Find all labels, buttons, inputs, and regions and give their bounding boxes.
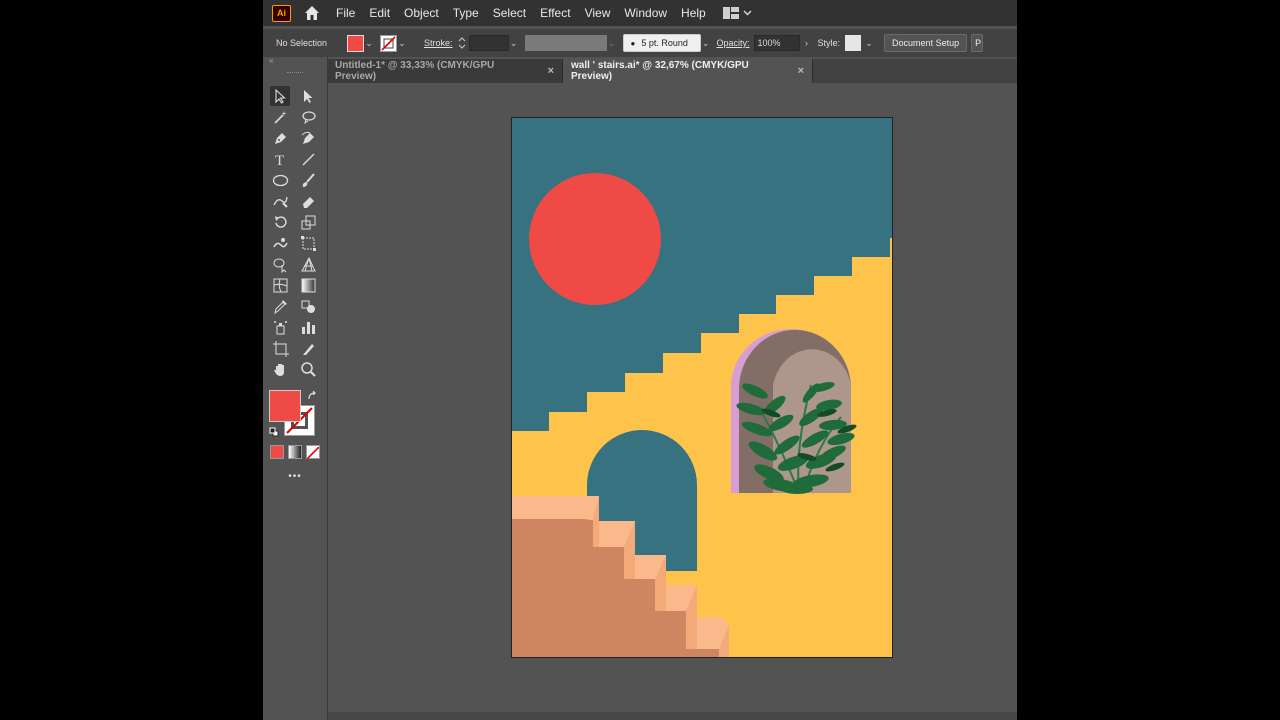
ellipse-tool-icon[interactable] bbox=[270, 170, 290, 190]
tools-panel: « T ••• bbox=[263, 57, 328, 720]
default-colors-icon[interactable] bbox=[269, 427, 279, 437]
mesh-tool-icon[interactable] bbox=[270, 275, 290, 295]
type-tool-icon[interactable]: T bbox=[270, 149, 290, 169]
stroke-label[interactable]: Stroke: bbox=[424, 38, 453, 48]
menu-items: File Edit Object Type Select Effect View… bbox=[329, 0, 713, 26]
symbol-sprayer-icon[interactable] bbox=[270, 317, 290, 337]
menu-help[interactable]: Help bbox=[674, 0, 713, 26]
swap-fill-stroke-icon[interactable] bbox=[307, 390, 319, 402]
direct-selection-tool[interactable] bbox=[298, 86, 318, 106]
tab-wall-stairs[interactable]: wall ' stairs.ai* @ 32,67% (CMYK/GPU Pre… bbox=[563, 59, 813, 83]
collapse-toggle[interactable]: « bbox=[263, 57, 327, 67]
close-icon[interactable]: × bbox=[798, 65, 804, 77]
warp-tool-icon[interactable] bbox=[270, 233, 290, 253]
lasso-icon[interactable] bbox=[298, 107, 318, 127]
document-setup-button[interactable]: Document Setup bbox=[884, 34, 968, 52]
shape-builder-icon[interactable] bbox=[270, 254, 290, 274]
panel-grip[interactable] bbox=[287, 72, 303, 75]
fill-swatch[interactable] bbox=[347, 34, 364, 52]
variable-width-profile[interactable] bbox=[524, 35, 607, 51]
selection-tool[interactable] bbox=[270, 86, 290, 106]
stroke-weight[interactable]: ⌄ bbox=[458, 35, 519, 51]
opacity-label[interactable]: Opacity: bbox=[717, 38, 750, 48]
tab-title: Untitled-1* @ 33,33% (CMYK/GPU Preview) bbox=[335, 60, 495, 82]
chevron-down-icon[interactable]: ⌄ bbox=[864, 38, 874, 49]
edit-toolbar-button[interactable]: ••• bbox=[263, 471, 327, 482]
chevron-down-icon[interactable]: ⌄ bbox=[701, 38, 711, 49]
gradient-tool-icon[interactable] bbox=[298, 275, 318, 295]
perspective-grid-icon[interactable] bbox=[298, 254, 318, 274]
slice-tool-icon[interactable] bbox=[298, 338, 318, 358]
home-icon[interactable] bbox=[303, 4, 321, 22]
opacity-input[interactable]: 100% bbox=[753, 35, 800, 51]
artboard[interactable] bbox=[511, 117, 893, 658]
blend-tool-icon[interactable] bbox=[298, 296, 318, 316]
color-mode-button[interactable] bbox=[270, 445, 284, 459]
rotate-tool-icon[interactable] bbox=[270, 212, 290, 232]
status-bar bbox=[328, 712, 1017, 720]
chevron-down-icon bbox=[743, 10, 752, 16]
chevron-down-icon[interactable]: ⌄ bbox=[364, 38, 374, 49]
app-logo: Ai bbox=[272, 4, 291, 22]
workspace-icon bbox=[722, 7, 739, 19]
selection-status: No Selection bbox=[276, 38, 328, 48]
column-graph-icon[interactable] bbox=[298, 317, 318, 337]
stroke-weight-input[interactable] bbox=[468, 35, 509, 51]
stepper-icon[interactable] bbox=[458, 36, 466, 50]
stairs-top bbox=[511, 496, 599, 521]
menu-view[interactable]: View bbox=[578, 0, 618, 26]
illustrator-window: Ai File Edit Object Type Select Effect V… bbox=[263, 0, 1017, 720]
shaper-tool-icon[interactable] bbox=[270, 191, 290, 211]
line-tool-icon[interactable] bbox=[298, 149, 318, 169]
sun-circle bbox=[529, 173, 661, 305]
chevron-down-icon[interactable]: ⌄ bbox=[397, 38, 407, 49]
workspace-switcher[interactable] bbox=[722, 7, 752, 19]
eraser-icon[interactable] bbox=[298, 191, 318, 211]
style-swatch[interactable] bbox=[845, 35, 862, 51]
none-icon bbox=[306, 446, 320, 460]
menu-window[interactable]: Window bbox=[617, 0, 674, 26]
tab-untitled-1[interactable]: Untitled-1* @ 33,33% (CMYK/GPU Preview) … bbox=[327, 59, 563, 83]
fill-color-box[interactable] bbox=[269, 390, 301, 422]
brush-definition[interactable]: ● 5 pt. Round bbox=[622, 34, 701, 52]
stroke-swatch[interactable] bbox=[380, 34, 397, 52]
pen-tool-icon[interactable] bbox=[270, 128, 290, 148]
tab-title: wall ' stairs.ai* @ 32,67% (CMYK/GPU Pre… bbox=[571, 60, 749, 82]
menu-select[interactable]: Select bbox=[486, 0, 533, 26]
menu-object[interactable]: Object bbox=[397, 0, 446, 26]
control-bar: No Selection ⌄ ⌄ Stroke: ⌄ ⌄ ● 5 pt. Rou… bbox=[263, 29, 1017, 57]
menu-file[interactable]: File bbox=[329, 0, 362, 26]
artboard-tool-icon[interactable] bbox=[270, 338, 290, 358]
menu-type[interactable]: Type bbox=[446, 0, 486, 26]
chevron-right-icon[interactable]: › bbox=[802, 38, 812, 48]
fill-control[interactable]: ⌄ bbox=[347, 34, 374, 52]
free-transform-icon[interactable] bbox=[298, 233, 318, 253]
stroke-control[interactable]: ⌄ bbox=[380, 34, 407, 52]
none-mode-button[interactable] bbox=[306, 445, 320, 460]
style-label: Style: bbox=[817, 38, 841, 48]
svg-text:T: T bbox=[275, 153, 284, 168]
scale-tool-icon[interactable] bbox=[298, 212, 318, 232]
dot-icon: ● bbox=[630, 38, 636, 48]
chevron-down-icon: ⌄ bbox=[607, 37, 616, 48]
curvature-tool-icon[interactable] bbox=[298, 128, 318, 148]
brush-label: 5 pt. Round bbox=[641, 38, 688, 48]
close-icon[interactable]: × bbox=[548, 65, 554, 77]
canvas-area[interactable] bbox=[328, 84, 1017, 720]
menu-effect[interactable]: Effect bbox=[533, 0, 577, 26]
preferences-button[interactable]: P bbox=[971, 34, 984, 52]
paintbrush-icon[interactable] bbox=[298, 170, 318, 190]
chevron-down-icon[interactable]: ⌄ bbox=[509, 38, 519, 49]
document-tabs: Untitled-1* @ 33,33% (CMYK/GPU Preview) … bbox=[327, 59, 1017, 83]
zoom-icon[interactable] bbox=[298, 359, 318, 379]
menu-bar: Ai File Edit Object Type Select Effect V… bbox=[263, 0, 1017, 26]
magic-wand-icon[interactable] bbox=[270, 107, 290, 127]
eyedropper-icon[interactable] bbox=[270, 296, 290, 316]
hand-icon[interactable] bbox=[270, 359, 290, 379]
menu-edit[interactable]: Edit bbox=[362, 0, 397, 26]
gradient-mode-button[interactable] bbox=[288, 445, 302, 459]
